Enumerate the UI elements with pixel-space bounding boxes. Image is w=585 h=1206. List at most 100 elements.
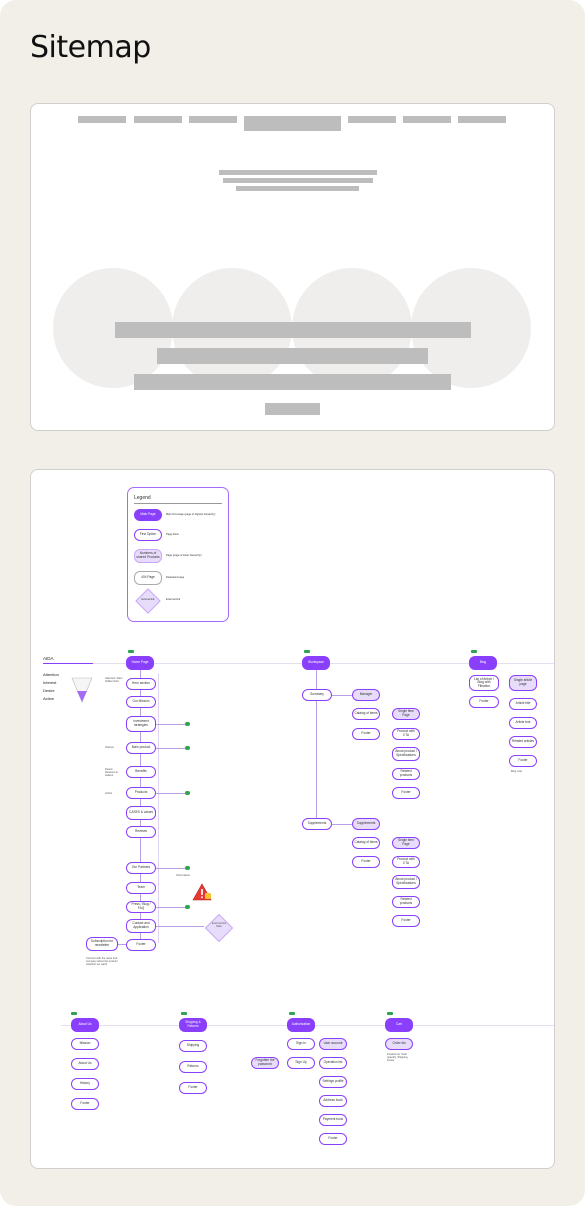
nav-bar-6 [403,116,451,123]
workspace-group1-r3[interactable]: Related products [392,768,420,780]
auth-right-4[interactable]: Address book [319,1095,347,1107]
blog-right-4[interactable]: Footer [509,755,537,767]
nav-bar-3 [189,116,237,123]
home-item-products[interactable]: Products [126,787,156,799]
legend-box: Legend Main Page Main first-stage (page … [127,487,229,622]
auth-right-6[interactable]: Footer [319,1133,347,1145]
shipping-tag [181,1012,187,1015]
workspace-group1-single[interactable]: Single item Page [392,708,420,720]
home-connector-5 [156,907,185,908]
home-note-action: Action [105,792,113,795]
home-item-team[interactable]: Team [126,882,156,894]
about-item-2[interactable]: About Us [71,1058,99,1070]
legend-desc-main: Main first-stage (page of highest hierar… [166,513,216,516]
blog-main[interactable]: Blog [469,656,497,670]
blog-single[interactable]: Single article page [509,675,537,691]
shipping-item-1[interactable]: Shipping [179,1040,207,1052]
workspace-group2-sub[interactable]: Supplements [352,818,380,830]
home-item-contact[interactable]: Contact and Application [126,919,156,933]
workspace-group2-r1[interactable]: Product with CTA [392,856,420,868]
workspace-group1-catalog[interactable]: Catalog of items [352,708,380,720]
text-bar-1 [219,170,377,175]
workspace-tag [304,650,310,653]
aida-stage-desire: Desire [43,688,55,693]
wireframe-panel [30,103,555,431]
about-item-1[interactable]: Mission [71,1038,99,1050]
shipping-main[interactable]: Shipping & Returns [179,1018,207,1032]
home-subscription[interactable]: Subscription for newsletter [86,937,118,951]
home-item-hero[interactable]: Hero section [126,678,156,690]
page-title: Sitemap [30,30,151,65]
workspace-group2-link [332,824,352,825]
home-info-note: Information [176,873,190,877]
home-item-footer[interactable]: Footer [126,939,156,951]
legend-shape-shared: Numbers of shared Products [134,549,162,563]
workspace-group1-left[interactable]: Summary [302,689,332,701]
home-item-reviews[interactable]: Reviews [126,826,156,838]
home-trunk [140,670,141,940]
home-item-investment[interactable]: Investment strategies [126,716,156,732]
workspace-group1-r4[interactable]: Footer [392,787,420,799]
text-bar-2 [223,178,373,183]
home-dot-1 [185,722,190,726]
home-item-mission[interactable]: Our Mission [126,696,156,708]
workspace-group2-catalog[interactable]: Catalog of items [352,837,380,849]
workspace-group2-footer[interactable]: Footer [352,856,380,868]
auth-sign-up[interactable]: Sign Up [287,1057,315,1069]
home-item-benefits[interactable]: Benefits [126,766,156,778]
about-item-4[interactable]: Footer [71,1098,99,1110]
legend-desc-option: Page block [166,533,179,536]
auth-forgotten[interactable]: Forgotten the password [251,1057,279,1069]
auth-tag [289,1012,295,1015]
blog-right-1[interactable]: Article title [509,698,537,710]
blog-right-3[interactable]: Related articles [509,736,537,748]
workspace-group1-r2[interactable]: About product / Specifications [392,747,420,761]
workspace-group1-footer[interactable]: Footer [352,728,380,740]
workspace-group2-left[interactable]: Supplements [302,818,332,830]
home-item-main-product[interactable]: Main product [126,742,156,754]
blog-list[interactable]: List of Article / Blog with Filtration [469,675,499,691]
about-main[interactable]: About Us [71,1018,99,1032]
cart-order-list[interactable]: Order list [385,1038,413,1050]
home-item-press[interactable]: Press / Blog / FAQ [126,901,156,913]
cart-main[interactable]: Cart [385,1018,413,1032]
home-item-partners[interactable]: Our Partners [126,862,156,874]
auth-main[interactable]: Authorization [287,1018,315,1032]
workspace-group1-link [332,695,352,696]
legend-title: Legend [134,495,151,501]
blog-footer[interactable]: Footer [469,696,499,708]
home-connector-1 [156,724,185,725]
workspace-group2-r2[interactable]: About product / Specifications [392,875,420,889]
workspace-group1-sub[interactable]: Manager [352,689,380,701]
aida-stage-action: Action [43,696,55,701]
workspace-group2-r3[interactable]: Related products [392,896,420,908]
home-item-cases[interactable]: CASES & values [126,806,156,820]
home-note-desire: Desire: Reasons to believe [105,768,119,778]
blog-right-2[interactable]: Article text [509,717,537,729]
workspace-main[interactable]: Workspace [302,656,330,670]
warning-icon [192,883,212,901]
legend-shape-main: Main Page [134,509,162,521]
auth-sign-in[interactable]: Sign In [287,1038,315,1050]
shipping-item-3[interactable]: Footer [179,1082,207,1094]
legend-desc-external: External link [166,598,181,601]
cart-note: Product list: Total quantity, Shipping, … [387,1053,409,1063]
page: Sitemap Legend Main Page Main first-stag… [0,0,585,1206]
workspace-group2-r4[interactable]: Footer [392,915,420,927]
auth-right-5[interactable]: Payment book [319,1114,347,1126]
home-note-interest: Interest [105,746,114,749]
shipping-item-2[interactable]: Returns [179,1061,207,1073]
home-dot-5 [185,905,190,909]
home-dot-2 [185,746,190,750]
auth-right-2[interactable]: Operation list [319,1057,347,1069]
about-item-3[interactable]: History [71,1078,99,1090]
workspace-group1-r1[interactable]: Product with CTA [392,728,420,740]
auth-right-1[interactable]: User account [319,1038,347,1050]
home-main[interactable]: Home Page [126,656,154,670]
auth-right-3[interactable]: Settings profile [319,1076,347,1088]
aida-funnel [71,677,93,703]
blog-tag [471,650,477,653]
block-bar-3 [134,374,451,390]
workspace-group2-single[interactable]: Single item Page [392,837,420,849]
aida-stage-attention: Attention [43,672,59,677]
